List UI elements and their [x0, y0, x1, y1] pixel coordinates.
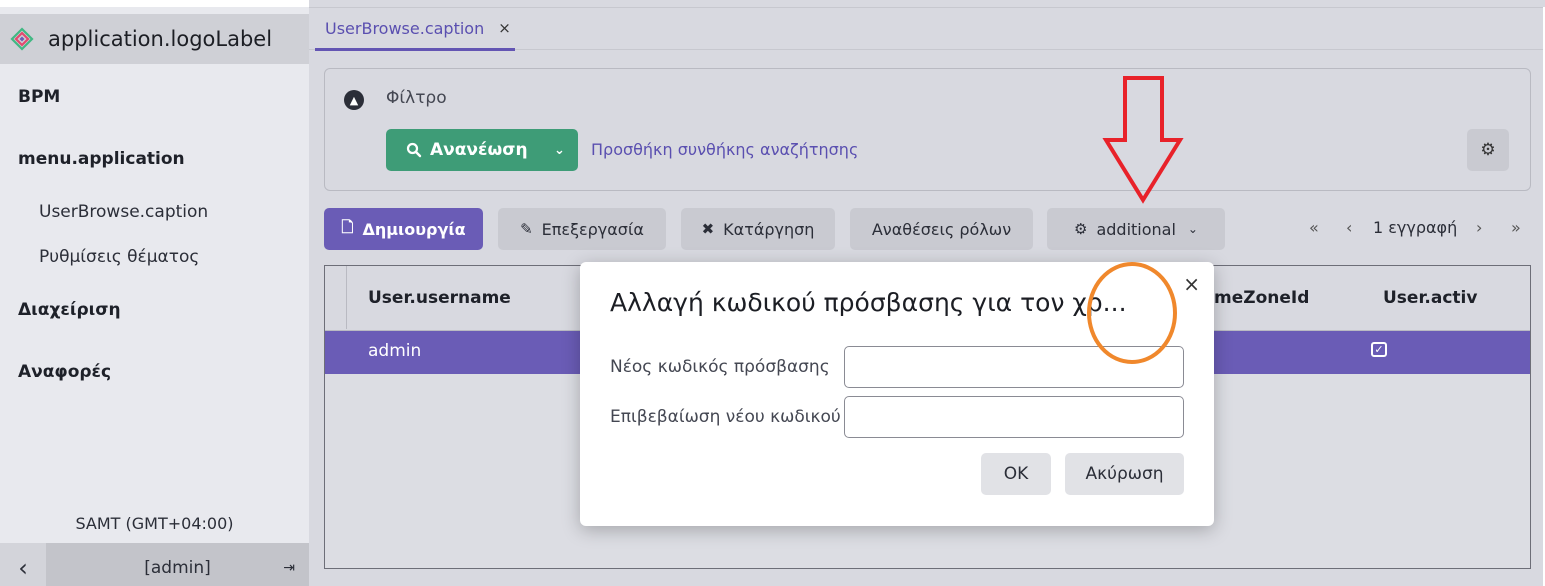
sidebar-item-theme-settings[interactable]: Ρυθμίσεις θέματος — [39, 247, 199, 267]
cell-username: admin — [368, 341, 422, 361]
ok-button[interactable]: OK — [981, 453, 1051, 495]
edit-button[interactable]: ✎ Επεξεργασία — [498, 208, 666, 250]
timezone-label: SAMT (GMT+04:00) — [75, 514, 234, 533]
create-button[interactable]: 🗋 Δημιουργία — [324, 208, 483, 250]
user-indicator[interactable]: [admin] ⇥ — [46, 543, 309, 586]
app-logo-label[interactable]: application.logoLabel — [48, 27, 272, 51]
column-active[interactable]: User.activ — [1383, 288, 1477, 308]
remove-button[interactable]: ✖ Κατάργηση — [681, 208, 835, 250]
create-label: Δημιουργία — [362, 219, 466, 239]
chevron-up-circle-icon[interactable]: ▲ — [344, 90, 364, 110]
collapse-sidebar-button[interactable]: ‹ — [0, 543, 46, 586]
role-assignments-label: Αναθέσεις ρόλων — [871, 219, 1012, 239]
logo-bar: application.logoLabel — [0, 14, 309, 64]
header-selection-cell — [325, 266, 347, 329]
sidebar-item-application[interactable]: menu.application — [18, 149, 185, 169]
sign-out-icon[interactable]: ⇥ — [283, 560, 295, 576]
edit-label: Επεξεργασία — [541, 219, 644, 239]
confirm-password-field[interactable] — [844, 396, 1184, 438]
remove-label: Κατάργηση — [723, 219, 815, 239]
pager-count[interactable]: 1 εγγραφή — [1373, 218, 1457, 237]
refresh-button[interactable]: Ανανέωση ⌄ — [386, 129, 578, 171]
file-icon: 🗋 — [341, 217, 354, 236]
sidebar-item-bpm[interactable]: BPM — [18, 87, 60, 107]
pencil-icon: ✎ — [520, 220, 533, 238]
confirm-password-label: Επιβεβαίωση νέου κωδικού — [610, 407, 841, 427]
refresh-label: Ανανέωση — [430, 140, 528, 160]
filter-label: Φίλτρο — [386, 88, 447, 108]
change-password-dialog: Αλλαγή κωδικού πρόσβασης για τον χρ... ×… — [580, 262, 1214, 526]
pager-next-icon[interactable]: › — [1476, 218, 1482, 237]
chevron-left-icon: ‹ — [18, 554, 28, 582]
cogs-icon: ⚙ — [1074, 220, 1088, 238]
chevron-down-icon: ⌄ — [1187, 222, 1198, 236]
pager-last-icon[interactable]: » — [1511, 218, 1521, 237]
pager-prev-icon[interactable]: ‹ — [1346, 218, 1352, 237]
tab-close-icon[interactable]: × — [498, 19, 511, 37]
dialog-title: Αλλαγή κωδικού πρόσβασης για τον χρ... — [610, 288, 1127, 317]
filter-panel: ▲ Φίλτρο Ανανέωση ⌄ Προσθήκη συνθήκης αν… — [324, 68, 1531, 191]
filter-settings-button[interactable]: ⚙ — [1467, 129, 1509, 171]
tab-label: UserBrowse.caption — [325, 18, 485, 38]
column-username[interactable]: User.username — [368, 288, 511, 308]
tab-user-browse[interactable]: UserBrowse.caption × — [315, 8, 515, 51]
sidebar-item-reports[interactable]: Αναφορές — [18, 362, 111, 382]
new-password-label: Νέος κωδικός πρόσβασης — [610, 357, 830, 377]
x-icon: ✖ — [701, 220, 715, 238]
role-assignments-button[interactable]: Αναθέσεις ρόλων — [850, 208, 1033, 250]
add-search-condition-link[interactable]: Προσθήκη συνθήκης αναζήτησης — [591, 140, 858, 159]
sidebar-footer: ‹ [admin] ⇥ — [0, 543, 309, 586]
close-icon[interactable]: × — [1183, 272, 1200, 296]
cancel-button[interactable]: Ακύρωση — [1065, 453, 1184, 495]
user-name: [admin] — [144, 558, 211, 578]
gear-icon: ⚙ — [1480, 140, 1496, 160]
checkbox-checked-icon: ✓ — [1371, 342, 1387, 357]
column-timezone[interactable]: meZoneId — [1214, 288, 1309, 308]
additional-button[interactable]: ⚙ additional ⌄ — [1047, 208, 1225, 250]
sidebar-item-administration[interactable]: Διαχείριση — [18, 300, 121, 320]
search-icon — [406, 142, 422, 158]
chevron-down-icon[interactable]: ⌄ — [541, 143, 578, 158]
pager-first-icon[interactable]: « — [1309, 218, 1319, 237]
sidebar-item-user-browse[interactable]: UserBrowse.caption — [39, 202, 208, 222]
jmix-logo-icon — [10, 27, 34, 51]
tab-strip: UserBrowse.caption × — [309, 7, 1545, 51]
new-password-field[interactable] — [844, 346, 1184, 388]
sidebar: application.logoLabel BPM menu.applicati… — [0, 0, 309, 586]
additional-label: additional — [1096, 219, 1176, 239]
